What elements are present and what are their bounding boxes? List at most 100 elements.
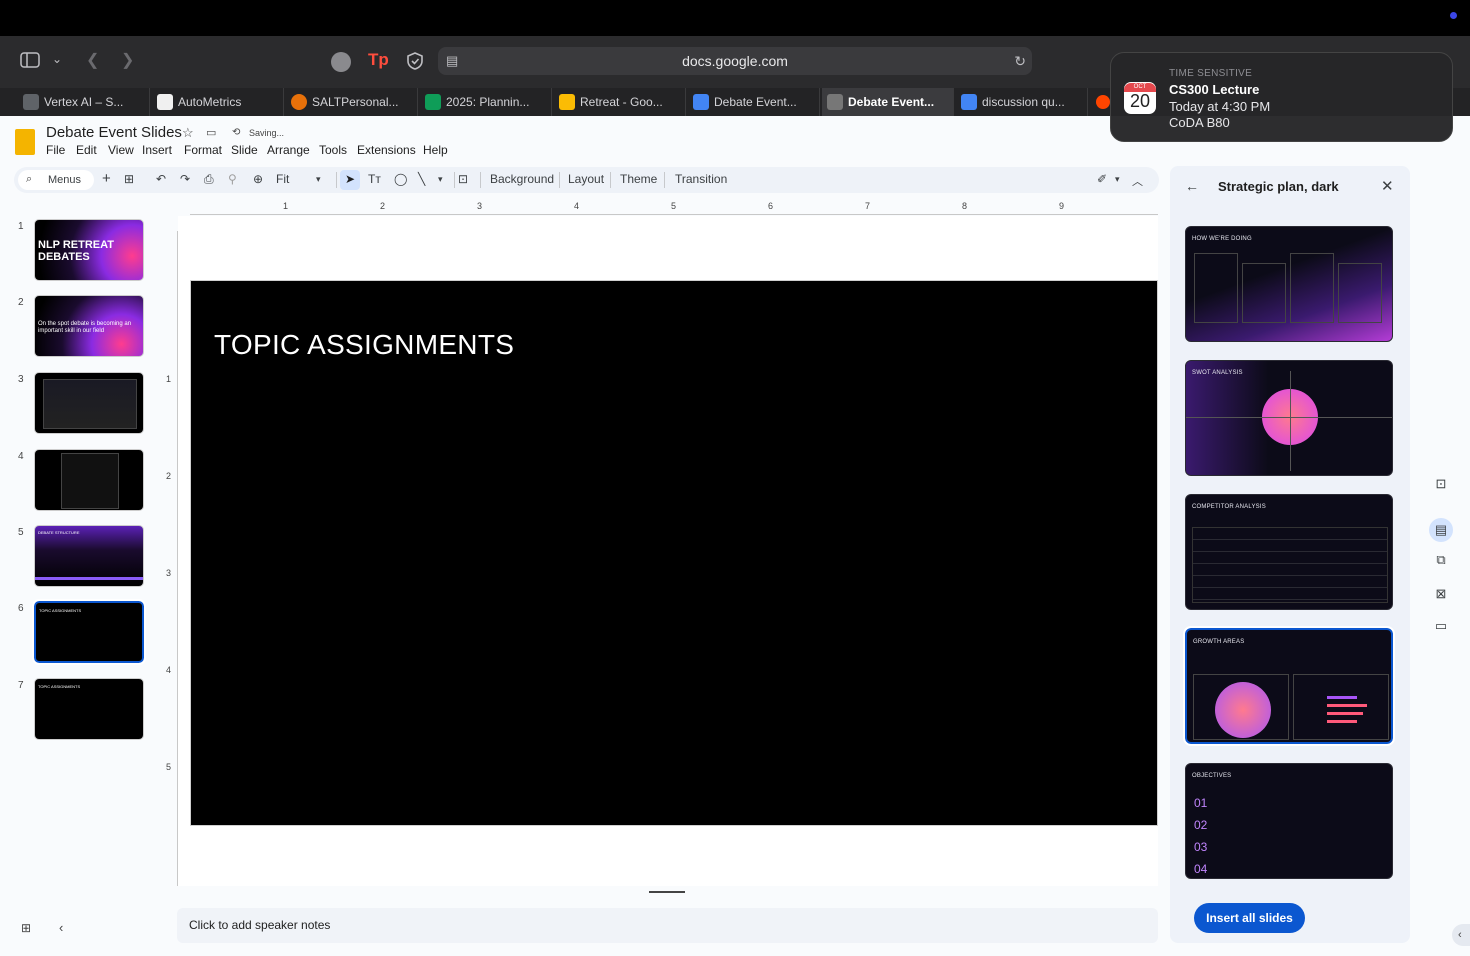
toolbar-divider <box>664 172 665 188</box>
zoom-icon[interactable]: ⊕ <box>253 172 263 186</box>
template-how-were-doing[interactable]: HOW WE'RE DOING <box>1185 226 1393 342</box>
template-swot-analysis[interactable]: SWOT ANALYSIS <box>1185 360 1393 476</box>
notes-resize-handle[interactable] <box>649 891 685 893</box>
slide-number: 2 <box>18 297 24 308</box>
slide-thumb-5[interactable]: DEBATE STRUCTURE <box>34 525 144 587</box>
extension-m-icon[interactable] <box>331 52 351 72</box>
vertex-icon <box>23 94 39 110</box>
menu-insert[interactable]: Insert <box>142 143 172 157</box>
template-objectives[interactable]: OBJECTIVES 01 02 03 04 <box>1185 763 1393 879</box>
slide-thumb-1[interactable]: NLP RETREAT DEBATES <box>34 219 144 281</box>
image-search-icon[interactable]: ⊠ <box>1431 586 1451 606</box>
pen-icon[interactable]: ✐ <box>1097 172 1107 186</box>
paint-format-icon[interactable]: ⚲ <box>228 172 237 186</box>
template-growth-areas[interactable]: GROWTH AREAS <box>1183 626 1395 746</box>
shape-icon[interactable]: ◯ <box>394 172 407 186</box>
page-settings-icon[interactable]: ▤ <box>446 47 458 75</box>
slide-thumb-6[interactable]: TOPIC ASSIGNMENTS <box>32 599 146 665</box>
menu-format[interactable]: Format <box>184 143 222 157</box>
docs-icon <box>693 94 709 110</box>
templates-icon[interactable]: ▤ <box>1429 518 1453 542</box>
docs-icon <box>961 94 977 110</box>
speaker-notes[interactable]: Click to add speaker notes <box>177 908 1158 943</box>
slides-logo[interactable] <box>15 129 35 155</box>
copy-icon[interactable]: ⧉ <box>1431 552 1451 572</box>
menu-extensions[interactable]: Extensions <box>357 143 416 157</box>
shield-icon[interactable] <box>405 51 425 76</box>
reload-icon[interactable]: ↻ <box>1014 47 1026 75</box>
layout-button[interactable]: Layout <box>568 172 604 186</box>
template-circle <box>1215 682 1271 738</box>
add-slide-layout-icon[interactable]: ⊞ <box>124 172 134 186</box>
menu-tools[interactable]: Tools <box>319 143 347 157</box>
editing-toolbar: ⌕ Menus + ⊞ ↶ ↷ ⎙ ⚲ ⊕ Fit ▾ ➤ Tт ◯ ╲ ▾ ⊡… <box>14 167 1159 193</box>
transition-button[interactable]: Transition <box>675 172 727 186</box>
tab-autometrics[interactable]: AutoMetrics <box>152 88 284 116</box>
line-icon[interactable]: ╲ <box>418 172 425 186</box>
tab-label: AutoMetrics <box>178 95 242 109</box>
reddit-icon[interactable] <box>1096 95 1110 109</box>
chevron-down-icon[interactable]: ⌄ <box>52 52 62 66</box>
tab-saltpersonal[interactable]: SALTPersonal... <box>286 88 418 116</box>
pen-chevron-icon[interactable]: ▾ <box>1115 174 1120 185</box>
url-text: docs.google.com <box>682 53 788 69</box>
move-folder-icon[interactable]: ▭ <box>206 126 216 139</box>
template-box <box>1242 263 1286 323</box>
slide-number: 6 <box>18 603 24 614</box>
forward-icon[interactable]: ❯ <box>121 50 134 70</box>
collapse-filmstrip-icon[interactable]: ‹ <box>59 920 63 935</box>
background-button[interactable]: Background <box>490 172 554 186</box>
select-tool[interactable]: ➤ <box>340 170 360 190</box>
menu-arrange[interactable]: Arrange <box>267 143 310 157</box>
slide-thumb-7[interactable]: TOPIC ASSIGNMENTS <box>34 678 144 740</box>
folder-icon[interactable]: ▭ <box>1431 618 1451 638</box>
menu-slide[interactable]: Slide <box>231 143 258 157</box>
slide-thumb-4[interactable] <box>34 449 144 511</box>
back-icon[interactable]: ❮ <box>86 50 99 70</box>
zoom-select[interactable]: Fit <box>276 172 289 186</box>
template-title: HOW WE'RE DOING <box>1192 236 1252 242</box>
menu-file[interactable]: File <box>46 143 65 157</box>
menu-search[interactable]: ⌕ Menus <box>18 170 94 190</box>
calendar-notification[interactable]: OCT 20 TIME SENSITIVE CS300 Lecture Toda… <box>1110 52 1453 142</box>
menu-edit[interactable]: Edit <box>76 143 97 157</box>
close-icon[interactable]: ✕ <box>1381 177 1394 195</box>
tab-planning[interactable]: 2025: Plannin... <box>420 88 552 116</box>
extension-tp-icon[interactable]: Tp <box>368 50 389 70</box>
slide-thumb-3[interactable] <box>34 372 144 434</box>
tab-discussion[interactable]: discussion qu... <box>956 88 1088 116</box>
template-table <box>1192 527 1388 603</box>
insert-image-icon[interactable]: ⊡ <box>1431 476 1451 496</box>
collapse-toolbar-icon[interactable]: ︿ <box>1132 173 1143 189</box>
undo-icon[interactable]: ↶ <box>156 172 166 186</box>
tab-vertex[interactable]: Vertex AI – S... <box>18 88 150 116</box>
ruler-label: 1 <box>283 201 289 211</box>
back-arrow-icon[interactable]: ← <box>1185 178 1199 194</box>
line-chevron-icon[interactable]: ▾ <box>438 174 443 185</box>
current-slide[interactable]: TOPIC ASSIGNMENTS <box>190 280 1158 826</box>
add-comment-icon[interactable]: ⊡ <box>458 172 468 186</box>
template-competitor-analysis[interactable]: COMPETITOR ANALYSIS <box>1185 494 1393 610</box>
new-slide-icon[interactable]: + <box>102 170 111 187</box>
menu-view[interactable]: View <box>108 143 134 157</box>
zoom-chevron-icon[interactable]: ▾ <box>316 174 321 185</box>
print-icon[interactable]: ⎙ <box>204 172 214 187</box>
redo-icon[interactable]: ↷ <box>180 172 190 186</box>
theme-button[interactable]: Theme <box>620 172 657 186</box>
text-box-icon[interactable]: Tт <box>368 172 381 186</box>
tab-debate-slides[interactable]: Debate Event... <box>822 88 954 116</box>
grid-view-icon[interactable]: ⊞ <box>21 921 31 935</box>
address-bar[interactable]: ▤ docs.google.com ↻ <box>438 47 1032 75</box>
slide-thumb-2[interactable]: On the spot debate is becoming an import… <box>34 295 144 357</box>
tab-retreat[interactable]: Retreat - Goo... <box>554 88 686 116</box>
tab-label: SALTPersonal... <box>312 95 399 109</box>
thumb-title: DEBATE STRUCTURE <box>38 530 80 535</box>
expand-rail-icon[interactable]: ‹ <box>1452 924 1470 946</box>
star-icon[interactable]: ☆ <box>182 125 194 141</box>
tab-debate-doc[interactable]: Debate Event... <box>688 88 820 116</box>
sidebar-toggle-icon[interactable] <box>20 52 40 73</box>
slide-title[interactable]: TOPIC ASSIGNMENTS <box>214 329 514 361</box>
document-title[interactable]: Debate Event Slides <box>46 124 182 141</box>
insert-all-slides-button[interactable]: Insert all slides <box>1194 903 1305 933</box>
menu-help[interactable]: Help <box>423 143 448 157</box>
